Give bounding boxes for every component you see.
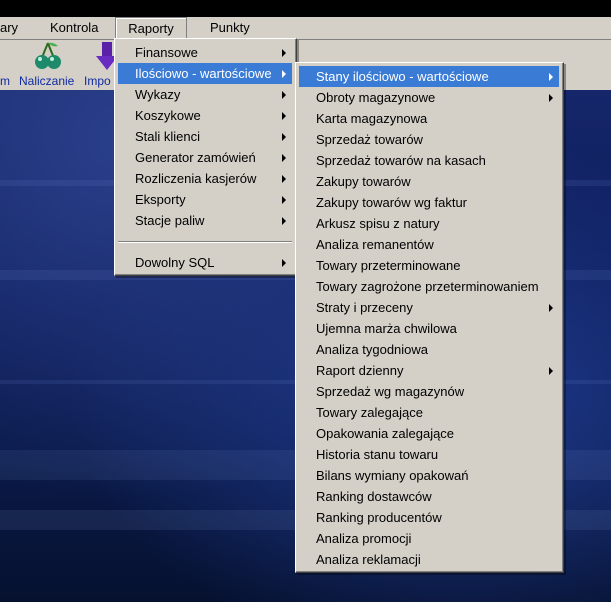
menu-item-koszykowe[interactable]: Koszykowe [118, 105, 292, 126]
menu-item-rozliczenia-kasjerow[interactable]: Rozliczenia kasjerów [118, 168, 292, 189]
submenu-arrow-icon [282, 133, 286, 141]
submenu-arrow-icon [549, 73, 553, 81]
submenu-item-stany[interactable]: Stany ilościowo - wartościowe [299, 66, 559, 87]
submenu-item-ranking-dostawcow[interactable]: Ranking dostawców [299, 486, 559, 507]
submenu-item-analiza-remanentow[interactable]: Analiza remanentów [299, 234, 559, 255]
submenu-item-sprzedaz-na-kasach[interactable]: Sprzedaż towarów na kasach [299, 150, 559, 171]
menu-item-generator-zamowien[interactable]: Generator zamówień [118, 147, 292, 168]
menu-separator [118, 241, 292, 243]
submenu-item-historia-stanu[interactable]: Historia stanu towaru [299, 444, 559, 465]
submenu-arrow-icon [282, 112, 286, 120]
submenu-arrow-icon [282, 49, 286, 57]
submenu-item-obroty-magazynowe[interactable]: Obroty magazynowe [299, 87, 559, 108]
submenu-arrow-icon [282, 196, 286, 204]
submenu-item-bilans-opakowan[interactable]: Bilans wymiany opakowań [299, 465, 559, 486]
submenu-arrow-icon [282, 91, 286, 99]
menu-item-eksporty[interactable]: Eksporty [118, 189, 292, 210]
submenu-item-towary-zagrozone[interactable]: Towary zagrożone przeterminowaniem [299, 276, 559, 297]
toolbar-button-label: m [0, 74, 10, 88]
toolbar-button-naliczanie[interactable]: Naliczanie [18, 40, 78, 90]
menu-bar: ary Kontrola Raporty Punkty [0, 17, 611, 40]
toolbar-button-import[interactable]: Impo [82, 40, 118, 90]
menu-item-wykazy[interactable]: Wykazy [118, 84, 292, 105]
menu-item-ilosciowo-wartosciowe[interactable]: Ilościowo - wartościowe [118, 63, 292, 84]
submenu-arrow-icon [549, 367, 553, 375]
submenu-item-zakupy-wg-faktur[interactable]: Zakupy towarów wg faktur [299, 192, 559, 213]
submenu-item-opakowania-zalegajace[interactable]: Opakowania zalegające [299, 423, 559, 444]
cherries-icon [35, 42, 61, 69]
title-bar [0, 0, 611, 17]
toolbar-button-partial[interactable]: m [0, 40, 16, 90]
submenu-item-raport-dzienny[interactable]: Raport dzienny [299, 360, 559, 381]
submenu-arrow-icon [282, 217, 286, 225]
submenu-arrow-icon [549, 94, 553, 102]
submenu-item-analiza-tygodniowa[interactable]: Analiza tygodniowa [299, 339, 559, 360]
submenu-arrow-icon [282, 259, 286, 267]
menu-item-finansowe[interactable]: Finansowe [118, 42, 292, 63]
menu-item-punkty[interactable]: Punkty [204, 17, 256, 39]
submenu-arrow-icon [282, 70, 286, 78]
submenu-item-ujemna-marza[interactable]: Ujemna marża chwilowa [299, 318, 559, 339]
ilosciowo-wartosciowe-submenu: Stany ilościowo - wartościowe Obroty mag… [295, 62, 564, 573]
submenu-item-ranking-producentow[interactable]: Ranking producentów [299, 507, 559, 528]
submenu-arrow-icon [549, 304, 553, 312]
submenu-item-towary-przeterminowane[interactable]: Towary przeterminowane [299, 255, 559, 276]
submenu-item-towary-zalegajace[interactable]: Towary zalegające [299, 402, 559, 423]
submenu-item-sprzedaz-towarow[interactable]: Sprzedaż towarów [299, 129, 559, 150]
menu-item-stacje-paliw[interactable]: Stacje paliw [118, 210, 292, 231]
toolbar-button-label: Naliczanie [19, 74, 75, 88]
submenu-arrow-icon [282, 175, 286, 183]
submenu-arrow-icon [282, 154, 286, 162]
menu-item-kontrola[interactable]: Kontrola [44, 17, 104, 39]
submenu-item-analiza-reklamacji[interactable]: Analiza reklamacji [299, 549, 559, 570]
submenu-item-sprzedaz-wg-magazynow[interactable]: Sprzedaż wg magazynów [299, 381, 559, 402]
submenu-item-straty-i-przeceny[interactable]: Straty i przeceny [299, 297, 559, 318]
submenu-item-zakupy-towarow[interactable]: Zakupy towarów [299, 171, 559, 192]
submenu-item-arkusz-spisu[interactable]: Arkusz spisu z natury [299, 213, 559, 234]
menu-item-partial[interactable]: ary [0, 17, 24, 39]
submenu-item-analiza-promocji[interactable]: Analiza promocji [299, 528, 559, 549]
menu-item-dowolny-sql[interactable]: Dowolny SQL [118, 252, 292, 273]
toolbar-button-label: Impo [84, 74, 111, 88]
menu-item-raporty[interactable]: Raporty [115, 17, 187, 40]
menu-item-stali-klienci[interactable]: Stali klienci [118, 126, 292, 147]
raporty-menu: Finansowe Ilościowo - wartościowe Wykazy… [114, 38, 297, 276]
submenu-item-karta-magazynowa[interactable]: Karta magazynowa [299, 108, 559, 129]
